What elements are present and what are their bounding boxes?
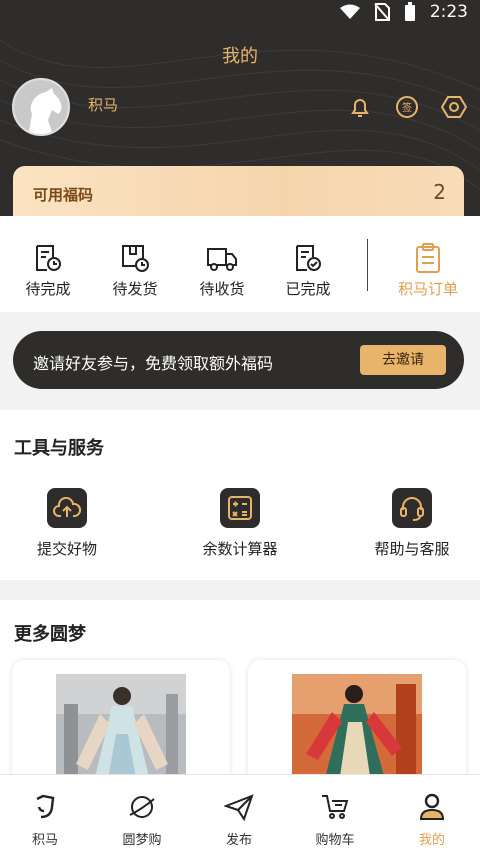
- bottom-tab-bar: 积马 圆梦购 发布 购物车 我的: [0, 774, 480, 854]
- tab-publish-label: 发布: [225, 833, 252, 848]
- no-sim-icon: [374, 3, 390, 21]
- invite-banner[interactable]: 邀请好友参与，免费领取额外福码 去邀请: [13, 331, 464, 389]
- order-pending-label: 待完成: [25, 280, 71, 298]
- tab-mine-label: 我的: [418, 833, 445, 848]
- tab-cart[interactable]: 购物车: [295, 791, 375, 848]
- tool-help-service[interactable]: 帮助与客服: [352, 488, 472, 559]
- tab-cart-label: 购物车: [315, 833, 355, 848]
- avatar[interactable]: [12, 78, 70, 136]
- tab-publish[interactable]: 发布: [199, 791, 279, 848]
- order-divider: [367, 239, 368, 291]
- fuma-label: 可用福码: [33, 186, 94, 204]
- status-bar: 2:23: [0, 0, 480, 26]
- order-pending[interactable]: 待完成: [13, 240, 83, 299]
- tools-title: 工具与服务: [14, 438, 104, 459]
- box-clock-icon: [122, 245, 149, 272]
- wifi-icon: [339, 4, 360, 19]
- product-image: [292, 674, 422, 790]
- order-completed[interactable]: 已完成: [273, 240, 343, 299]
- status-time: 2:23: [429, 2, 468, 22]
- planet-icon: [129, 796, 155, 818]
- all-orders-label: 积马订单: [397, 280, 458, 298]
- tab-jima[interactable]: 积马: [5, 791, 85, 848]
- cart-icon: [322, 795, 349, 819]
- tool-submit-goods[interactable]: 提交好物: [7, 488, 127, 559]
- clipboard-icon: [416, 243, 440, 273]
- order-to-ship-label: 待发货: [112, 280, 158, 298]
- invite-text: 邀请好友参与，免费领取额外福码: [33, 354, 274, 373]
- user-icon: [419, 793, 445, 820]
- jima-logo-icon: [36, 794, 55, 819]
- profile-header: 2:23 我的 积马 签 可用福码 2: [0, 0, 480, 232]
- tools-section: 工具与服务 提交好物 余数计算器 帮助与客服: [0, 410, 480, 580]
- calculator-icon: [228, 496, 252, 520]
- more-section: 更多圆梦: [0, 600, 480, 790]
- orders-panel: 待完成 待发货 待收货 已完成 积马订单: [0, 216, 480, 312]
- all-orders[interactable]: 积马订单: [393, 240, 463, 299]
- order-to-receive-label: 待收货: [199, 280, 245, 298]
- order-to-ship[interactable]: 待发货: [100, 240, 170, 299]
- order-completed-label: 已完成: [285, 280, 331, 298]
- sign-in-icon[interactable]: 签: [394, 94, 420, 120]
- tab-dream-buy[interactable]: 圆梦购: [102, 791, 182, 848]
- tab-dream-buy-label: 圆梦购: [122, 833, 162, 848]
- fuma-count: 2: [433, 180, 446, 204]
- tool-submit-goods-label: 提交好物: [36, 540, 97, 558]
- paper-plane-icon: [224, 794, 254, 821]
- tool-calculator-label: 余数计算器: [202, 540, 278, 558]
- bell-icon[interactable]: [347, 94, 373, 120]
- page-title: 我的: [222, 46, 258, 67]
- doc-clock-icon: [36, 245, 61, 271]
- tool-calculator[interactable]: 余数计算器: [180, 488, 300, 559]
- order-to-receive[interactable]: 待收货: [187, 240, 257, 299]
- username: 积马: [88, 96, 119, 114]
- doc-check-icon: [296, 245, 321, 271]
- svg-text:签: 签: [402, 101, 412, 114]
- battery-icon: [404, 2, 415, 21]
- settings-icon[interactable]: [441, 94, 467, 120]
- product-card[interactable]: [248, 660, 466, 790]
- headset-icon: [400, 497, 424, 521]
- tab-jima-label: 积马: [31, 833, 58, 848]
- invite-button[interactable]: 去邀请: [360, 345, 446, 375]
- cloud-upload-icon: [53, 497, 81, 517]
- product-image: [56, 674, 186, 790]
- tool-help-service-label: 帮助与客服: [374, 540, 450, 558]
- more-title: 更多圆梦: [14, 624, 86, 645]
- tab-mine[interactable]: 我的: [392, 791, 472, 848]
- truck-icon: [207, 248, 237, 271]
- product-card[interactable]: [12, 660, 230, 790]
